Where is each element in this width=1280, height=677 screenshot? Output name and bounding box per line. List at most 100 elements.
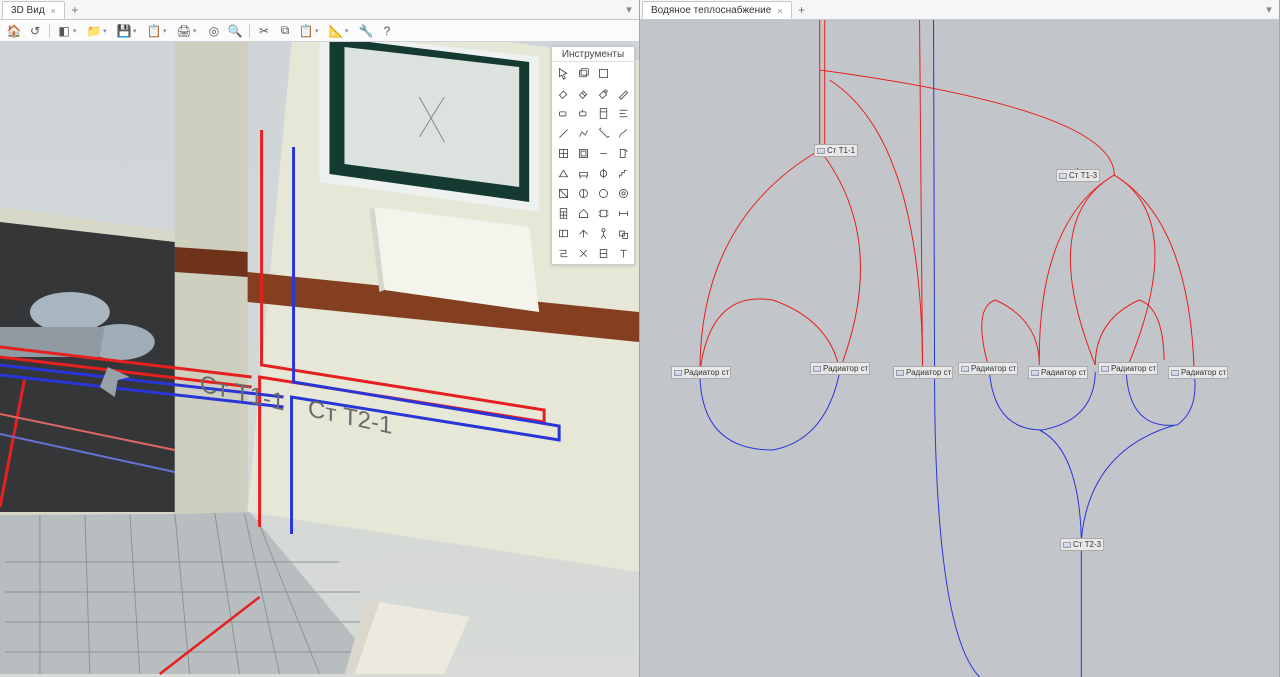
tool-blank-icon[interactable] [614,64,632,82]
tool-p1-icon[interactable] [594,224,612,242]
schematic-node-radiator[interactable]: Радиатор ст… [958,362,1018,375]
folder-icon[interactable]: 📁 [84,22,104,40]
tool-line-icon[interactable] [554,124,572,142]
tool-eraser-icon[interactable] [554,84,572,102]
cube-icon[interactable]: ◧ [54,22,74,40]
tab-add-button[interactable]: + [67,2,83,18]
tool-plan-icon[interactable] [554,224,572,242]
tool-window-icon[interactable] [574,144,592,162]
tool-panel-grid [552,62,634,264]
tab-menu-dropdown-icon[interactable]: ▾ [623,2,635,16]
tab-add-button[interactable]: + [794,2,810,18]
paste-icon[interactable]: 📋 [296,22,316,40]
tool-panel-title: Инструменты [552,47,634,62]
node-label: Радиатор ст… [1041,368,1088,377]
ruler-icon[interactable]: 📐 [326,22,346,40]
tool-select-icon[interactable] [574,64,592,82]
tool-erase-a-icon[interactable] [554,104,572,122]
tool-circle-icon[interactable] [594,184,612,202]
tool-dim-icon[interactable] [614,204,632,222]
schematic-node-radiator[interactable]: Радиатор ст… [1168,366,1228,379]
tool-q3-icon[interactable] [594,244,612,262]
node-label: Радиатор ст… [1111,364,1158,373]
tool-furniture-icon[interactable] [574,164,592,182]
tool-elev-icon[interactable] [574,184,592,202]
schematic-node-radiator[interactable]: Радиатор ст… [893,366,953,379]
dropdown-icon[interactable]: ▾ [193,27,201,35]
tool-sheet-icon[interactable] [594,104,612,122]
dropdown-icon[interactable]: ▾ [103,27,111,35]
schematic-node-radiator[interactable]: Радиатор ст… [1098,362,1158,375]
radiator-icon [896,370,904,376]
rotate-icon[interactable]: ↺ [25,22,45,40]
tool-pencil-icon[interactable] [614,84,632,102]
tool-eraser3-icon[interactable] [594,84,612,102]
tool-measure-icon[interactable] [594,124,612,142]
cut-icon[interactable]: ✂ [254,22,274,40]
tool-handle-icon[interactable] [594,164,612,182]
home-icon[interactable]: 🏠 [4,22,24,40]
tool-chip-icon[interactable] [594,204,612,222]
node-label: Радиатор ст… [971,364,1018,373]
save-icon[interactable]: 💾 [114,22,134,40]
copy-icon[interactable]: ⧉ [275,22,295,40]
left-pane: 3D Вид × + ▾ 🏠 ↺ ◧▾ 📁▾ 💾▾ 📋▾ 🖨▾ ◎ 🔍 ✂ ⧉ … [0,0,640,677]
tool-text-icon[interactable] [614,244,632,262]
node-label: Ст Т1-3 [1069,171,1097,180]
tool-cursor-icon[interactable] [554,64,572,82]
tool-target-icon[interactable] [614,184,632,202]
schematic-node-radiator[interactable]: Радиатор ст… [810,362,870,375]
viewport-3d[interactable]: Ст Т1-1 Ст Т2-1 Инструменты [0,42,639,677]
node-type-icon [1059,173,1067,179]
print-icon[interactable]: 🖨 [174,22,194,40]
tool-abc-icon[interactable] [574,224,592,242]
dropdown-icon[interactable]: ▾ [315,27,323,35]
tool-erase-b-icon[interactable] [574,104,592,122]
dropdown-icon[interactable]: ▾ [163,27,171,35]
tab-heating[interactable]: Водяное теплоснабжение × [642,1,792,19]
node-label: Ст Т1-1 [827,146,855,155]
paste-icon[interactable]: 📋 [144,22,164,40]
node-label: Ст Т2-3 [1073,540,1101,549]
tab-menu-dropdown-icon[interactable]: ▾ [1263,2,1275,16]
tool-brush-icon[interactable] [614,124,632,142]
schematic-node-radiator[interactable]: Радиатор ст… [671,366,731,379]
tool-door-icon[interactable] [614,144,632,162]
node-label: Радиатор ст… [684,368,731,377]
tool-align-icon[interactable] [614,104,632,122]
tool-minus-icon[interactable] [594,144,612,162]
search-icon[interactable]: 🔍 [225,22,245,40]
viewport-schematic[interactable]: Ст Т1-1 Ст Т1-3 Радиатор ст… Радиатор ст… [640,20,1279,677]
schematic-node[interactable]: Ст Т1-1 [814,144,858,157]
node-type-icon [817,148,825,154]
help-icon[interactable]: ? [377,22,397,40]
schematic-node[interactable]: Ст Т2-3 [1060,538,1104,551]
dropdown-icon[interactable]: ▾ [345,27,353,35]
tool-roof-icon[interactable] [554,164,572,182]
tool-q2-icon[interactable] [574,244,592,262]
tool-stairs-icon[interactable] [614,164,632,182]
tool-grid-icon[interactable] [554,144,572,162]
dropdown-icon[interactable]: ▾ [73,27,81,35]
dropdown-icon[interactable]: ▾ [133,27,141,35]
tool-box-icon[interactable] [594,64,612,82]
tool-q1-icon[interactable] [554,244,572,262]
wrench-icon[interactable]: 🔧 [356,22,376,40]
schematic-node-radiator[interactable]: Радиатор ст… [1028,366,1088,379]
tool-p2-icon[interactable] [614,224,632,242]
tool-calc-icon[interactable] [554,204,572,222]
radiator-icon [1171,370,1179,376]
target-icon[interactable]: ◎ [204,22,224,40]
tool-house-icon[interactable] [574,204,592,222]
tabbar-right: Водяное теплоснабжение × + ▾ [640,0,1279,20]
node-label: Радиатор ст… [906,368,953,377]
close-icon[interactable]: × [51,6,56,16]
schematic-node[interactable]: Ст Т1-3 [1056,169,1100,182]
tool-panel[interactable]: Инструменты [551,46,635,265]
close-icon[interactable]: × [777,6,782,16]
tool-eraser2-icon[interactable] [574,84,592,102]
tab-label: Водяное теплоснабжение [651,5,771,16]
tool-polyline-icon[interactable] [574,124,592,142]
tab-3d-view[interactable]: 3D Вид × [2,1,65,19]
tool-section-icon[interactable] [554,184,572,202]
